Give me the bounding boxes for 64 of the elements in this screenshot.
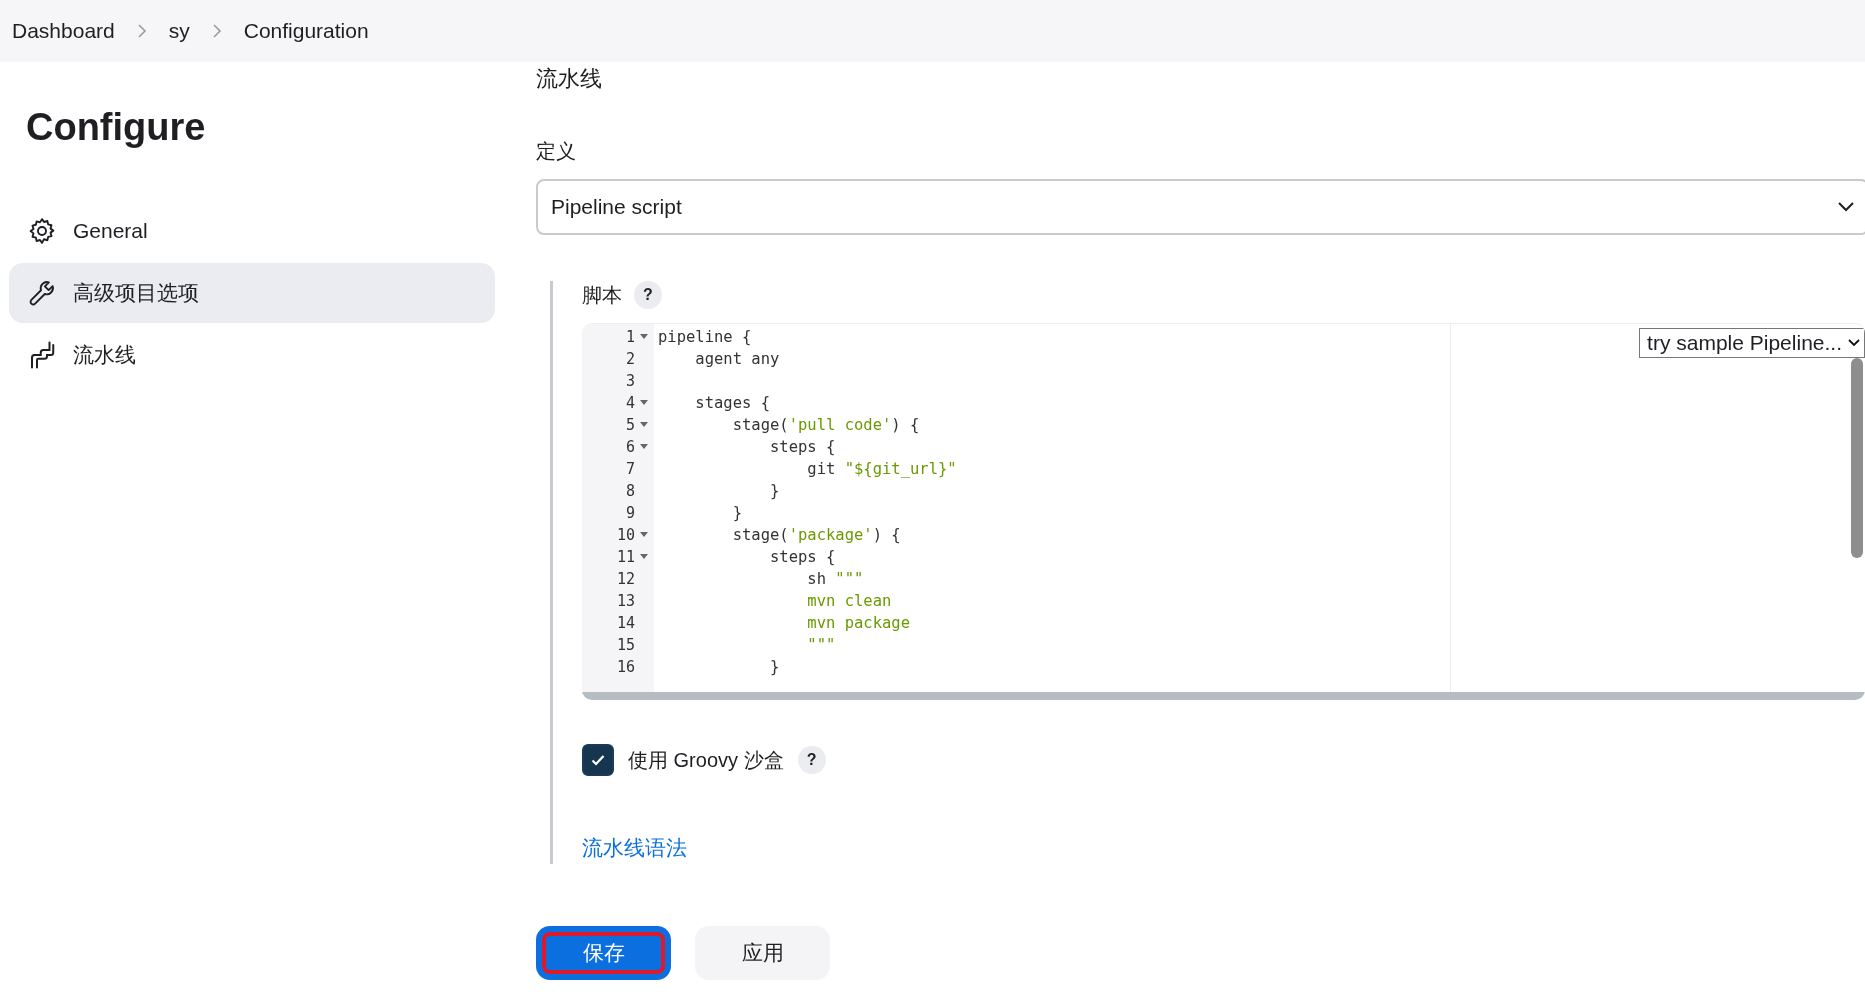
wrench-icon: [27, 278, 57, 308]
save-button[interactable]: 保存: [536, 926, 671, 980]
fold-arrow-icon[interactable]: [640, 554, 648, 560]
code-line: steps {: [768, 548, 836, 566]
chevron-right-icon: [136, 23, 147, 39]
help-button[interactable]: ?: [634, 281, 662, 309]
fold-arrow-icon[interactable]: [640, 422, 648, 428]
code-line: steps {: [768, 438, 836, 456]
checkbox[interactable]: [582, 744, 614, 776]
code-line: agent any: [694, 350, 780, 368]
code-line: pipeline {: [658, 328, 752, 346]
code-line: mvn package: [806, 614, 910, 632]
horizontal-scrollbar[interactable]: [582, 692, 1865, 700]
line-number: 13: [616, 592, 635, 610]
page-title: Configure: [26, 106, 207, 149]
sidebar-item[interactable]: 流水线: [9, 325, 495, 385]
code-line: stage('pull code') {: [731, 416, 920, 434]
line-number: 4: [625, 394, 635, 412]
line-number: 12: [616, 570, 635, 588]
line-number: 8: [625, 482, 635, 500]
line-number: 2: [625, 350, 635, 368]
code-line: stages {: [694, 394, 770, 412]
apply-button[interactable]: 应用: [695, 926, 830, 980]
code-line: git "${git_url}": [806, 460, 957, 478]
line-number: 1: [625, 328, 635, 346]
code-line: }: [731, 504, 742, 522]
line-number: 3: [625, 372, 635, 390]
line-number: 15: [616, 636, 635, 654]
code-line: stage('package') {: [731, 526, 901, 544]
line-number: 14: [616, 614, 635, 632]
line-number: 16: [616, 658, 635, 676]
fold-arrow-icon[interactable]: [640, 444, 648, 450]
breadcrumb-link[interactable]: Dashboard: [12, 19, 115, 43]
code-line: }: [768, 658, 780, 676]
fold-arrow-icon[interactable]: [640, 400, 648, 406]
settings-icon: [27, 216, 57, 246]
sidebar-item[interactable]: General: [9, 201, 495, 261]
field-label: 定义: [536, 139, 577, 164]
pipeline-syntax-link[interactable]: 流水线语法: [582, 834, 687, 862]
definition-select[interactable]: Pipeline script: [536, 179, 1865, 235]
help-button[interactable]: ?: [797, 746, 826, 774]
chevron-down-icon: [1848, 339, 1860, 347]
code-line: """: [806, 636, 836, 654]
code-line: }: [768, 482, 780, 500]
fold-arrow-icon[interactable]: [640, 532, 648, 538]
line-number: 9: [625, 504, 635, 522]
line-number: 6: [625, 438, 635, 456]
fold-arrow-icon[interactable]: [640, 334, 648, 340]
breadcrumb-link[interactable]: Configuration: [243, 19, 369, 43]
sidebar-item[interactable]: 高级项目选项: [9, 263, 495, 323]
chevron-down-icon: [1837, 201, 1855, 213]
code-line: sh """: [806, 570, 864, 588]
field-label: 脚本: [582, 282, 622, 308]
line-number: 10: [616, 526, 635, 544]
line-number: 5: [625, 416, 635, 434]
code-line: mvn clean: [806, 592, 892, 610]
checkbox-label: 使用 Groovy 沙盒: [628, 747, 784, 773]
breadcrumb-link[interactable]: sy: [168, 19, 190, 43]
line-number: 7: [625, 460, 635, 478]
sample-select[interactable]: try sample Pipeline...: [1639, 328, 1865, 358]
chevron-right-icon: [211, 23, 222, 39]
line-number: 11: [616, 548, 635, 566]
scrollbar-thumb[interactable]: [1851, 358, 1863, 558]
section-title: 流水线: [536, 65, 603, 93]
